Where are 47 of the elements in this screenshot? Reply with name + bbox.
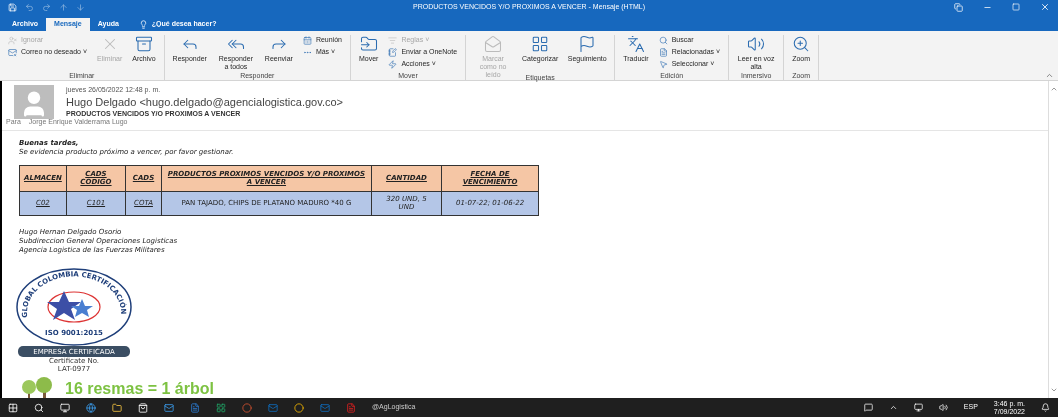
ribbon-icon xyxy=(484,35,503,53)
ribbon-icon xyxy=(8,47,17,57)
word-icon[interactable] xyxy=(190,402,200,413)
scroll-up-icon[interactable] xyxy=(1049,85,1058,93)
scrollbar[interactable] xyxy=(1048,81,1058,398)
people-icon[interactable] xyxy=(863,403,873,412)
ribbon-icon xyxy=(302,35,312,45)
scroll-down-icon[interactable] xyxy=(1049,386,1058,394)
ribbon-icon xyxy=(134,35,153,53)
ribbon-icon xyxy=(626,35,645,53)
store-icon[interactable] xyxy=(138,402,148,413)
mail-icon[interactable] xyxy=(164,402,174,413)
ribbon-display-icon[interactable] xyxy=(954,2,963,12)
task-view-icon[interactable] xyxy=(60,402,70,413)
ribbon-icon xyxy=(388,59,398,69)
presentation-icon[interactable] xyxy=(242,402,252,413)
maximize-icon[interactable] xyxy=(1012,3,1020,11)
sender: Hugo Delgado <hugo.delgado@agencialogistica.gov.co> xyxy=(66,95,343,109)
lightbulb-icon xyxy=(138,20,148,29)
ribbon-icon xyxy=(388,47,398,57)
ribbon-icon xyxy=(388,35,398,45)
close-icon[interactable] xyxy=(1040,2,1050,12)
ribbon-icon xyxy=(578,35,597,53)
windows-start-icon[interactable] xyxy=(8,402,18,413)
network-icon[interactable] xyxy=(913,403,923,412)
ribbon-icon xyxy=(792,35,811,53)
ribbon-icon xyxy=(359,35,378,53)
collapse-ribbon-icon[interactable] xyxy=(1045,71,1054,80)
ribbon-icon xyxy=(747,35,766,53)
tray-chevron-icon[interactable] xyxy=(888,403,898,412)
ribbon-icon xyxy=(531,35,550,53)
volume-icon[interactable] xyxy=(938,403,948,412)
ribbon-icon xyxy=(8,35,17,45)
spreadsheet-icon[interactable] xyxy=(216,402,226,413)
browser-icon[interactable] xyxy=(86,402,96,413)
notifications-icon[interactable] xyxy=(1041,403,1050,412)
chrome-icon[interactable] xyxy=(294,402,304,413)
outlook-icon[interactable] xyxy=(268,402,278,413)
folder-icon[interactable] xyxy=(112,402,122,413)
search-icon[interactable] xyxy=(34,402,44,413)
eco-slogan: 16 resmas = 1 árbol xyxy=(65,384,214,393)
ribbon-icon xyxy=(658,35,668,45)
ribbon-icon xyxy=(658,47,668,57)
outlook-icon[interactable] xyxy=(320,402,330,413)
ribbon-icon xyxy=(658,59,668,69)
save-icon[interactable] xyxy=(8,2,17,12)
pdf-icon[interactable] xyxy=(346,402,356,413)
